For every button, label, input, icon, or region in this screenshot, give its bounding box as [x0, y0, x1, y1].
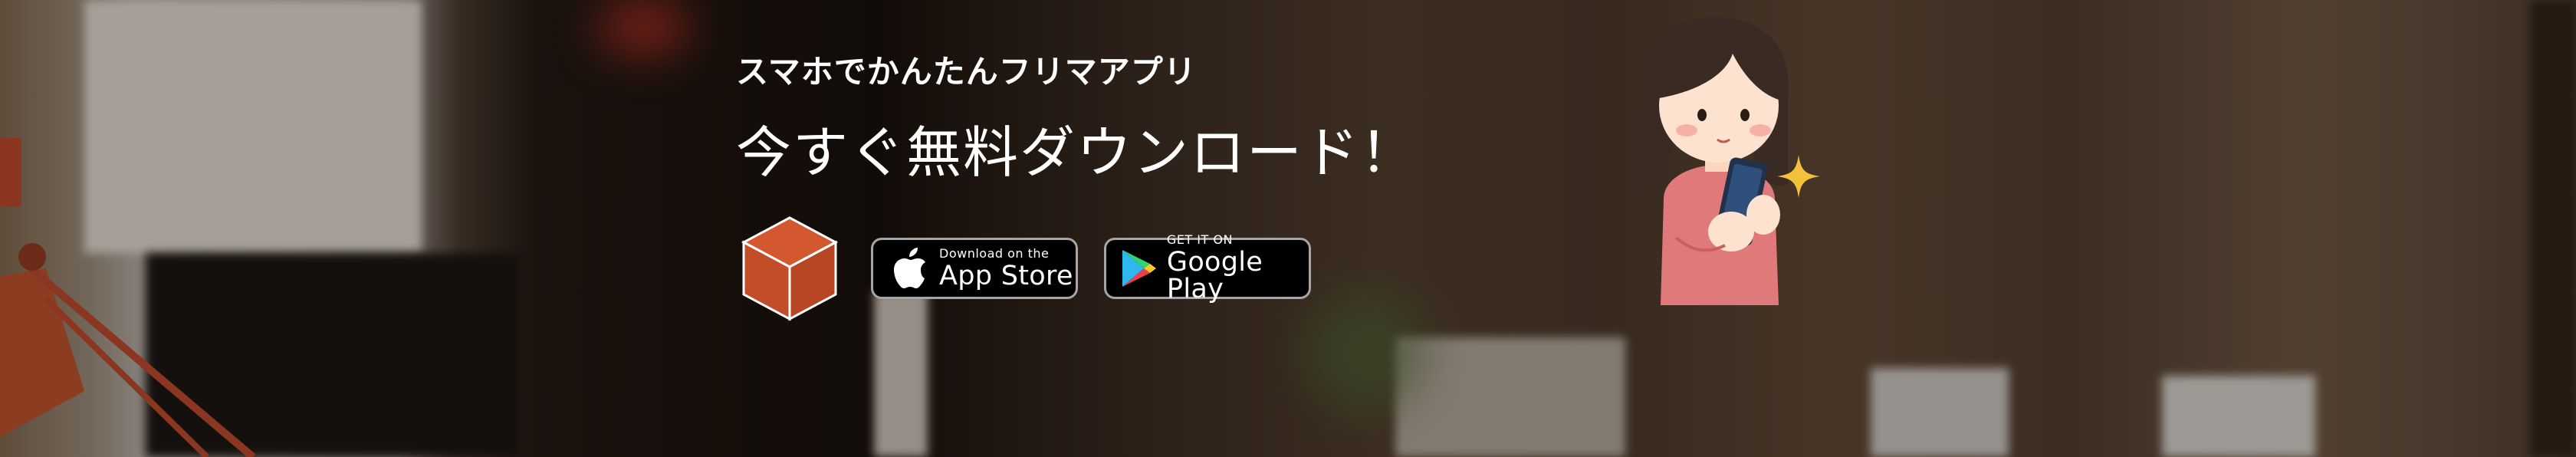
google-play-label: Google Play: [1166, 247, 1263, 304]
box-cube-logo-icon[interactable]: [741, 215, 839, 322]
sparkle-icon: [1777, 155, 1820, 198]
banner-headline: 今すぐ無料ダウンロード！: [736, 120, 1418, 185]
app-store-button[interactable]: Download on the App Store: [871, 238, 1078, 299]
google-play-icon: [1120, 246, 1159, 291]
app-store-small-text: Download on the: [939, 245, 1050, 261]
dark-overlay: [0, 0, 2576, 457]
app-download-banner: スマホでかんたんフリマアプリ 今すぐ無料ダウンロード！ Download on …: [0, 0, 2576, 457]
apple-icon: [887, 246, 932, 291]
google-play-button[interactable]: GET IT ON Google Play: [1104, 234, 1311, 303]
google-play-small-text: GET IT ON: [1166, 232, 1233, 247]
banner-tagline: スマホでかんたんフリマアプリ: [736, 53, 1197, 90]
app-store-label: App Store: [939, 260, 1073, 291]
